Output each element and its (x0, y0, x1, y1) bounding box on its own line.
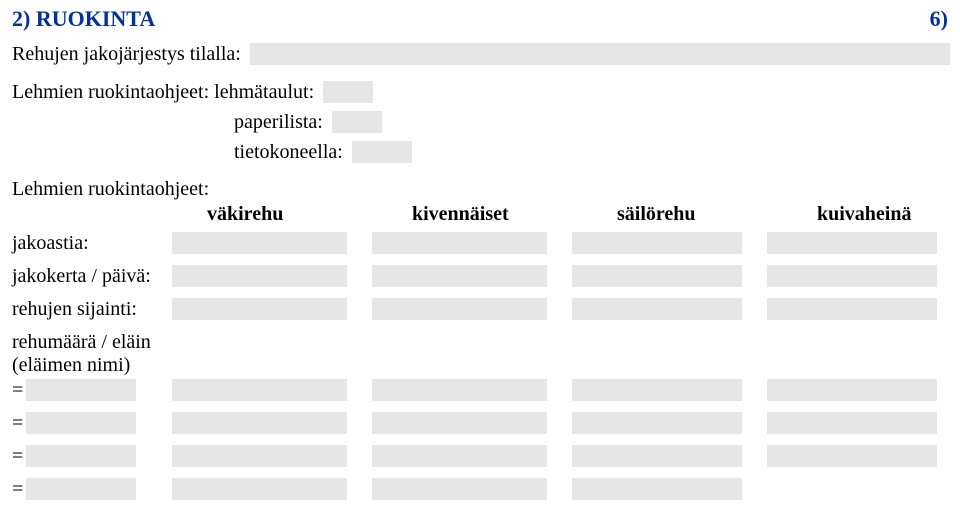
label-rehumaara-l2: (eläimen nimi) (12, 354, 948, 377)
row-animal-1: = (12, 379, 948, 402)
cell-a1-vakirehu[interactable] (172, 379, 347, 401)
row-jakokerta: jakokerta / päivä: (12, 265, 948, 288)
cell-jakoastia-kivennaiset[interactable] (372, 232, 547, 254)
col-kivennaiset: kivennäiset (412, 203, 612, 226)
field-jakojarjestys[interactable] (250, 43, 950, 65)
label-sijainti: rehujen sijainti: (12, 298, 172, 321)
cell-a1-kuivaheina[interactable] (767, 379, 937, 401)
row-animal-2: = (12, 412, 948, 435)
label-lehmataulut: Lehmien ruokintaohjeet: lehmätaulut: (12, 81, 314, 104)
page-number: 6) (930, 6, 948, 32)
cell-a2-kuivaheina[interactable] (767, 412, 937, 434)
label-paperilista: paperilista: (234, 111, 323, 134)
cell-a2-sailorehu[interactable] (572, 412, 742, 434)
field-animal-name-4[interactable] (26, 478, 136, 500)
field-animal-name-2[interactable] (26, 412, 136, 434)
cell-jakoastia-sailorehu[interactable] (572, 232, 742, 254)
cell-sijainti-vakirehu[interactable] (172, 298, 347, 320)
section-header: 2) RUOKINTA 6) (12, 6, 948, 32)
equals-sign: = (12, 379, 26, 402)
cell-jakokerta-sailorehu[interactable] (572, 265, 742, 287)
row-animal-3: = (12, 445, 948, 468)
row-paperilista: paperilista: (12, 110, 948, 134)
equals-sign: = (12, 445, 26, 468)
row-tietokoneella: tietokoneella: (12, 140, 948, 164)
col-vakirehu: väkirehu (207, 203, 407, 226)
cell-jakokerta-kuivaheina[interactable] (767, 265, 937, 287)
cell-a4-vakirehu[interactable] (172, 478, 347, 500)
col-kuivaheina: kuivaheinä (817, 203, 911, 226)
row-jakoastia: jakoastia: (12, 232, 948, 255)
cell-a2-vakirehu[interactable] (172, 412, 347, 434)
row-sijainti: rehujen sijainti: (12, 298, 948, 321)
cell-a3-sailorehu[interactable] (572, 445, 742, 467)
field-lehmataulut[interactable] (323, 81, 373, 103)
cell-a1-kivennaiset[interactable] (372, 379, 547, 401)
label-tietokoneella: tietokoneella: (234, 141, 343, 164)
cell-jakokerta-kivennaiset[interactable] (372, 265, 547, 287)
cell-jakoastia-vakirehu[interactable] (172, 232, 347, 254)
cell-jakokerta-vakirehu[interactable] (172, 265, 347, 287)
cell-sijainti-sailorehu[interactable] (572, 298, 742, 320)
label-rehumaara-l1: rehumäärä / eläin (12, 331, 948, 354)
cell-a2-kivennaiset[interactable] (372, 412, 547, 434)
equals-sign: = (12, 412, 26, 435)
col-sailorehu: säilörehu (617, 203, 812, 226)
label-jakoastia: jakoastia: (12, 232, 172, 255)
row-animal-4: = (12, 478, 948, 501)
cell-a4-kivennaiset[interactable] (372, 478, 547, 500)
cell-jakoastia-kuivaheina[interactable] (767, 232, 937, 254)
row-jakojarjestys: Rehujen jakojärjestys tilalla: (12, 42, 948, 66)
cell-sijainti-kivennaiset[interactable] (372, 298, 547, 320)
cell-a1-sailorehu[interactable] (572, 379, 742, 401)
cell-a4-sailorehu[interactable] (572, 478, 742, 500)
equals-sign: = (12, 478, 26, 501)
label-jakojarjestys: Rehujen jakojärjestys tilalla: (12, 43, 241, 66)
column-headers: väkirehu kivennäiset säilörehu kuivahein… (12, 203, 948, 226)
label-jakokerta: jakokerta / päivä: (12, 265, 172, 288)
cell-a3-kuivaheina[interactable] (767, 445, 937, 467)
cell-a3-kivennaiset[interactable] (372, 445, 547, 467)
field-paperilista[interactable] (332, 111, 382, 133)
cell-a3-vakirehu[interactable] (172, 445, 347, 467)
field-tietokoneella[interactable] (352, 141, 412, 163)
label-ruokintaohjeet: Lehmien ruokintaohjeet: (12, 178, 948, 201)
cell-sijainti-kuivaheina[interactable] (767, 298, 937, 320)
field-animal-name-3[interactable] (26, 445, 136, 467)
section-title: 2) RUOKINTA (12, 6, 155, 32)
field-animal-name-1[interactable] (26, 379, 136, 401)
row-lehmataulut: Lehmien ruokintaohjeet: lehmätaulut: (12, 80, 948, 104)
